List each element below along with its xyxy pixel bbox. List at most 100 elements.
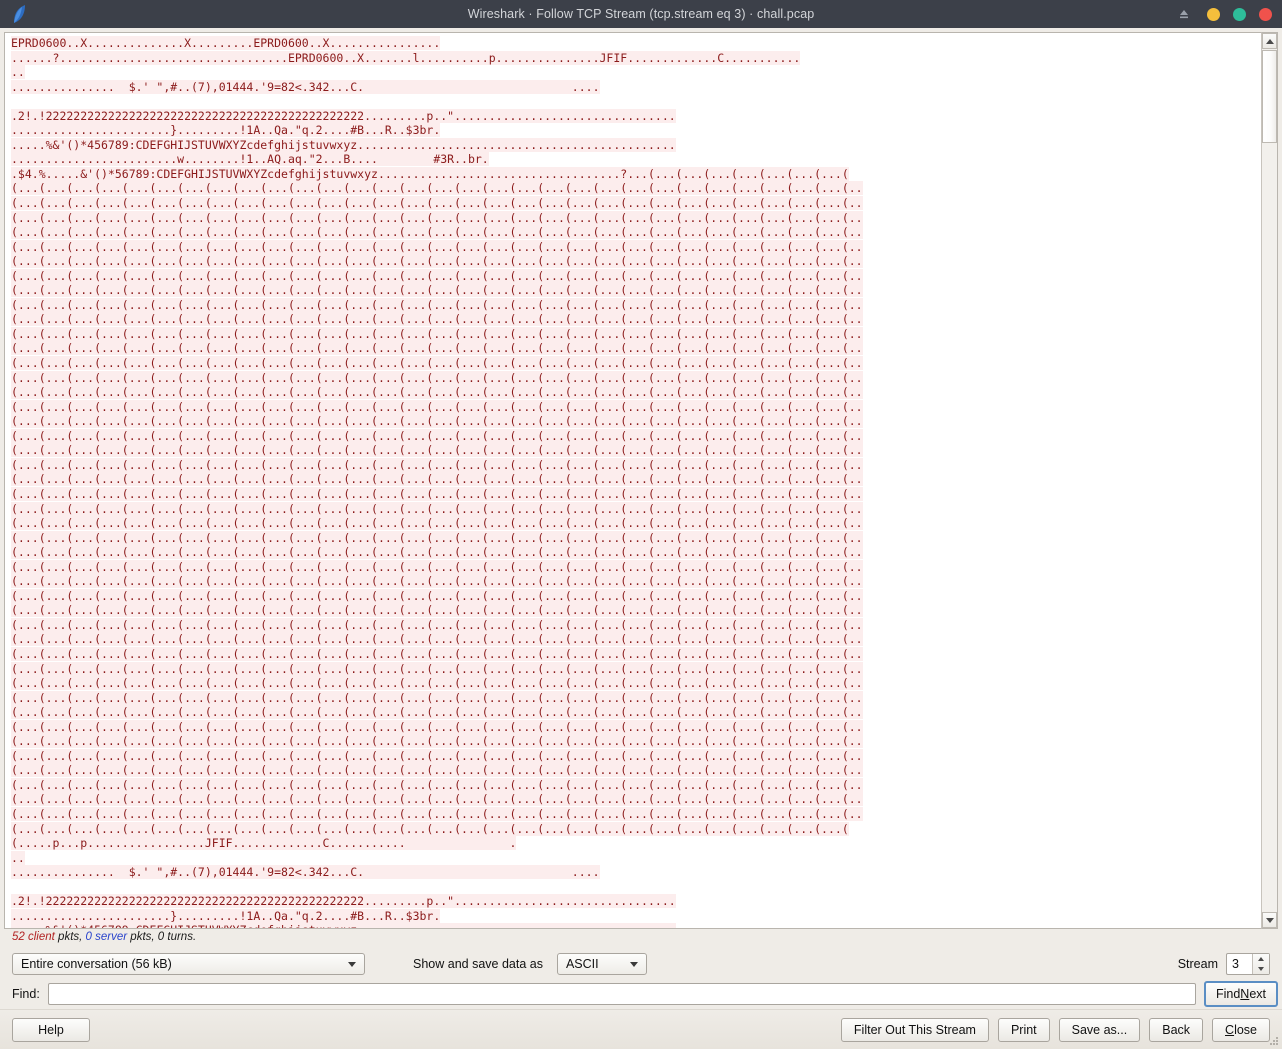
close-button[interactable]: Close bbox=[1212, 1017, 1270, 1042]
find-next-accel: N bbox=[1240, 987, 1250, 1001]
spinner-buttons[interactable] bbox=[1252, 954, 1269, 974]
stream-line: (...(...(...(...(...(...(...(...(...(...… bbox=[11, 297, 863, 312]
stream-line: (...(...(...(...(...(...(...(...(...(...… bbox=[11, 341, 863, 356]
find-next-prefix: Find bbox=[1215, 987, 1241, 1001]
stream-line: (...(...(...(...(...(...(...(...(...(...… bbox=[11, 399, 863, 414]
stream-line: (...(...(...(...(...(...(...(...(...(...… bbox=[11, 225, 863, 240]
print-button[interactable]: Print bbox=[997, 1017, 1050, 1042]
find-row: Find: Find Next bbox=[0, 979, 1282, 1009]
find-label: Find: bbox=[12, 987, 40, 1001]
stream-line: (...(...(...(...(...(...(...(...(...(...… bbox=[11, 646, 863, 661]
stream-line: (...(...(...(...(...(...(...(...(...(...… bbox=[11, 748, 863, 763]
chevron-down-icon bbox=[629, 961, 638, 967]
stream-line: .. bbox=[11, 65, 25, 80]
stream-line: (...(...(...(...(...(...(...(...(...(...… bbox=[11, 283, 863, 298]
stream-line: (...(...(...(...(...(...(...(...(...(...… bbox=[11, 443, 863, 458]
stream-line: ......?.................................… bbox=[11, 50, 801, 65]
stream-line: .....%&'()*456789:CDEFGHIJSTUVWXYZcdefgh… bbox=[11, 137, 676, 152]
scrollbar-thumb[interactable] bbox=[1262, 50, 1277, 143]
stream-vertical-scrollbar[interactable] bbox=[1261, 32, 1278, 929]
filter-out-this-stream-button[interactable]: Filter Out This Stream bbox=[840, 1017, 989, 1042]
stream-line: (...(...(...(...(...(...(...(...(...(...… bbox=[11, 588, 863, 603]
stream-line: (...(...(...(...(...(...(...(...(...(...… bbox=[11, 239, 863, 254]
stream-line: (...(...(...(...(...(...(...(...(...(...… bbox=[11, 559, 863, 574]
stream-line: (...(...(...(...(...(...(...(...(...(...… bbox=[11, 661, 863, 676]
stream-line: ........................w........!1..AQ.… bbox=[11, 152, 489, 167]
stream-text-content: EPRD0600..X..............X.........EPRD0… bbox=[5, 33, 1261, 928]
summary-mid: pkts, bbox=[54, 931, 86, 943]
stream-line: (...(...(...(...(...(...(...(...(...(...… bbox=[11, 428, 863, 443]
stream-line: (...(...(...(...(...(...(...(...(...(...… bbox=[11, 516, 863, 531]
close-suffix: lose bbox=[1234, 1022, 1257, 1037]
dialog-action-buttons: Filter Out This Stream Print Save as... … bbox=[840, 1017, 1270, 1042]
stream-line: (...(...(...(...(...(...(...(...(...(...… bbox=[11, 603, 863, 618]
stream-line: (...(...(...(...(...(...(...(...(...(...… bbox=[11, 545, 863, 560]
stream-line: (...(...(...(...(...(...(...(...(...(...… bbox=[11, 777, 863, 792]
stream-line: (...(...(...(...(...(...(...(...(...(...… bbox=[11, 268, 863, 283]
stream-line: (...(...(...(...(...(...(...(...(...(...… bbox=[11, 312, 863, 327]
stream-line: (...(...(...(...(...(...(...(...(...(...… bbox=[11, 676, 863, 691]
find-next-button[interactable]: Find Next bbox=[1203, 981, 1278, 1007]
data-format-select-value: ASCII bbox=[565, 957, 599, 971]
minimize-icon[interactable] bbox=[1207, 7, 1220, 21]
close-accel: C bbox=[1225, 1022, 1235, 1037]
stream-line: (...(...(...(...(...(...(...(...(...(...… bbox=[11, 181, 863, 196]
maximize-icon[interactable] bbox=[1233, 7, 1246, 21]
stream-line: .......................}.........!1A..Qa… bbox=[11, 123, 441, 138]
data-format-select[interactable]: ASCII bbox=[556, 953, 647, 975]
find-next-suffix: ext bbox=[1249, 987, 1266, 1001]
save-as-button[interactable]: Save as... bbox=[1058, 1017, 1141, 1042]
scroll-up-arrow-icon[interactable] bbox=[1262, 33, 1277, 49]
stream-line: .$4.%.....&'()*56789:CDEFGHIJSTUVWXYZcde… bbox=[11, 166, 849, 181]
stream-line: (...(...(...(...(...(...(...(...(...(...… bbox=[11, 821, 849, 836]
stream-line: ............... $.' ",#..(7),01444.'9=82… bbox=[11, 865, 600, 880]
stream-line: (...(...(...(...(...(...(...(...(...(...… bbox=[11, 734, 863, 749]
stream-label: Stream bbox=[1177, 957, 1218, 971]
stream-line: (...(...(...(...(...(...(...(...(...(...… bbox=[11, 690, 863, 705]
back-button[interactable]: Back bbox=[1149, 1017, 1204, 1042]
summary-tail: pkts, 0 turns. bbox=[127, 931, 197, 943]
chevron-down-icon bbox=[348, 961, 356, 967]
stream-controls-row: Entire conversation (56 kB) Show and sav… bbox=[0, 949, 1282, 979]
spinner-down-icon[interactable] bbox=[1258, 967, 1264, 971]
stream-line: (...(...(...(...(...(...(...(...(...(...… bbox=[11, 254, 863, 269]
stream-number-spinner[interactable]: 3 bbox=[1226, 953, 1270, 975]
follow-tcp-stream-dialog: Wireshark · Follow TCP Stream (tcp.strea… bbox=[0, 0, 1282, 1049]
dialog-button-bar: Help Filter Out This Stream Print Save a… bbox=[0, 1009, 1282, 1049]
stream-line: (...(...(...(...(...(...(...(...(...(...… bbox=[11, 370, 863, 385]
stream-line: (...(...(...(...(...(...(...(...(...(...… bbox=[11, 530, 863, 545]
resize-grip-icon[interactable] bbox=[1268, 1035, 1280, 1047]
help-button[interactable]: Help bbox=[12, 1017, 90, 1042]
stream-pane-wrapper: EPRD0600..X..............X.........EPRD0… bbox=[0, 28, 1282, 929]
stream-line: .. bbox=[11, 850, 25, 865]
close-icon[interactable] bbox=[1259, 7, 1272, 21]
stream-line: (...(...(...(...(...(...(...(...(...(...… bbox=[11, 414, 863, 429]
stream-line: (...(...(...(...(...(...(...(...(...(...… bbox=[11, 763, 863, 778]
show-save-data-as-label: Show and save data as bbox=[413, 957, 543, 971]
stream-line: (...(...(...(...(...(...(...(...(...(...… bbox=[11, 806, 863, 821]
server-packet-count: 0 bbox=[85, 931, 92, 943]
stream-line: .....%&'()*456789:CDEFGHIJSTUVWXYZcdefgh… bbox=[11, 923, 1261, 928]
stream-line: (...(...(...(...(...(...(...(...(...(...… bbox=[11, 486, 863, 501]
stream-line: (...(...(...(...(...(...(...(...(...(...… bbox=[11, 457, 863, 472]
stream-line: (...(...(...(...(...(...(...(...(...(...… bbox=[11, 501, 863, 516]
conversation-select[interactable]: Entire conversation (56 kB) bbox=[12, 953, 365, 975]
scroll-down-arrow-icon[interactable] bbox=[1262, 912, 1277, 928]
stream-line: ............... $.' ",#..(7),01444.'9=82… bbox=[11, 79, 600, 94]
find-input[interactable] bbox=[47, 983, 1196, 1005]
stream-line: (...(...(...(...(...(...(...(...(...(...… bbox=[11, 472, 863, 487]
stream-line: (...(...(...(...(...(...(...(...(...(...… bbox=[11, 632, 863, 647]
spinner-up-icon[interactable] bbox=[1258, 957, 1264, 961]
stream-line: .2!.!22222222222222222222222222222222222… bbox=[11, 894, 676, 909]
stream-number-value: 3 bbox=[1232, 957, 1239, 971]
stream-line: (...(...(...(...(...(...(...(...(...(...… bbox=[11, 385, 863, 400]
stream-line: EPRD0600..X..............X.........EPRD0… bbox=[11, 36, 441, 50]
wireshark-fin-icon bbox=[6, 0, 32, 28]
shade-icon[interactable] bbox=[1177, 7, 1191, 21]
conversation-select-value: Entire conversation (56 kB) bbox=[21, 957, 172, 971]
stream-text-pane[interactable]: EPRD0600..X..............X.........EPRD0… bbox=[4, 32, 1261, 929]
stream-line: (...(...(...(...(...(...(...(...(...(...… bbox=[11, 210, 863, 225]
stream-line: (...(...(...(...(...(...(...(...(...(...… bbox=[11, 705, 863, 720]
stream-line: (...(...(...(...(...(...(...(...(...(...… bbox=[11, 574, 863, 589]
stream-line: (...(...(...(...(...(...(...(...(...(...… bbox=[11, 356, 863, 371]
